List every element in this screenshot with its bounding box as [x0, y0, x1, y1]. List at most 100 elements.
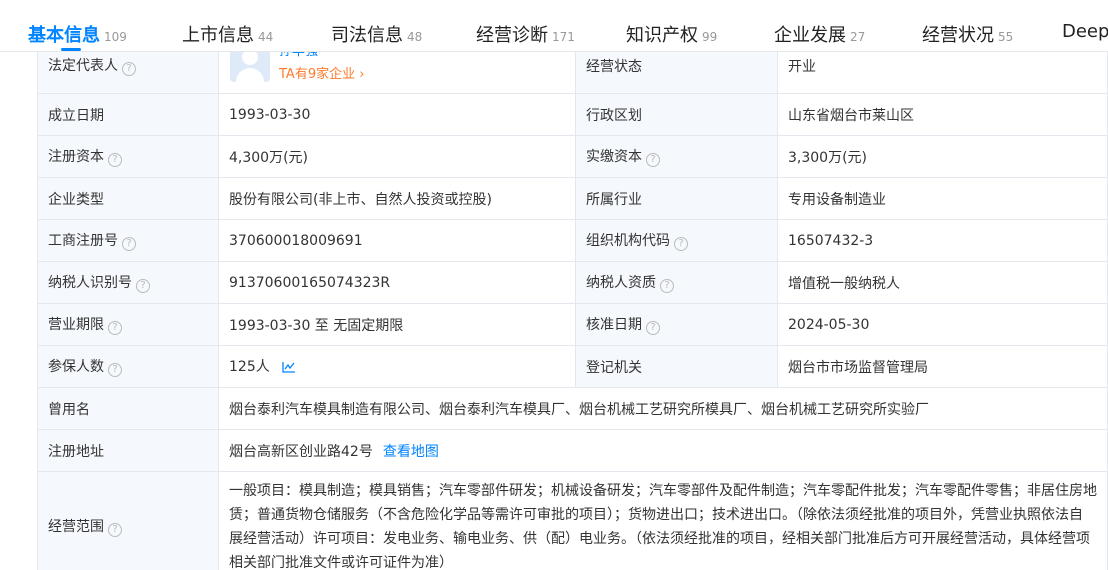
- authority-label: 登记机关: [575, 345, 778, 388]
- label-cell: 注册资本?: [37, 135, 219, 178]
- chevron-right-icon: ›: [359, 67, 365, 82]
- section-tab-bar: 基本信息 109 上市信息 44 司法信息 48 经营诊断 171 知识产权 99 企业发…: [0, 0, 1108, 52]
- tab-label: 经营状况: [922, 25, 994, 46]
- tax-qual-label: 纳税人资质: [586, 275, 656, 291]
- type-label: 企业类型: [37, 177, 219, 220]
- tab-count: 48: [407, 30, 423, 44]
- label-cell: 经营范围?: [37, 471, 219, 570]
- former-names-label: 曾用名: [37, 387, 219, 430]
- scope-line: 展经营活动）许可项目：发电业务、输电业务、供（配）电业务。（依法须经批准的项目，…: [229, 530, 1090, 547]
- scope-label: 经营范围: [48, 519, 104, 535]
- table-row: 纳税人识别号? 91370600165074323R 纳税人资质? 增值税一般纳…: [37, 261, 1108, 304]
- table-row: 成立日期 1993-03-30 行政区划 山东省烟台市莱山区: [37, 93, 1108, 136]
- tab-intellectual-property[interactable]: 知识产权 99: [626, 21, 717, 47]
- paid-capital-label: 实缴资本: [586, 149, 642, 165]
- tab-label: 知识产权: [626, 25, 698, 46]
- table-row: 经营范围? 一般项目：模具制造；模具销售；汽车零部件研发；机械设备研发；汽车零部…: [37, 471, 1108, 570]
- reg-capital-value: 4,300万(元): [218, 135, 576, 178]
- org-code-value: 16507432-3: [777, 219, 1108, 262]
- type-value: 股份有限公司(非上市、自然人投资或控股): [218, 177, 576, 220]
- legal-rep-companies-text: TA有9家企业: [279, 67, 356, 82]
- label-cell: 营业期限?: [37, 303, 219, 346]
- label-cell: 核准日期?: [575, 303, 778, 346]
- basic-info-table: 法定代表人? 孙丰强 TA有9家企业 › 经营状态 开业 成立日期 1993-0…: [37, 37, 1108, 570]
- help-icon[interactable]: ?: [122, 62, 136, 76]
- tab-judicial-info[interactable]: 司法信息 48: [331, 21, 422, 47]
- address-value: 烟台高新区创业路42号: [229, 443, 373, 460]
- tab-count: 44: [258, 30, 274, 44]
- help-icon[interactable]: ?: [122, 237, 136, 251]
- tab-label: 企业发展: [774, 25, 846, 46]
- help-icon[interactable]: ?: [660, 279, 674, 293]
- authority-value: 烟台市市场监督管理局: [777, 345, 1108, 388]
- tax-id-label: 纳税人识别号: [48, 275, 132, 291]
- insured-cell: 125人: [218, 345, 576, 388]
- term-label: 营业期限: [48, 317, 104, 333]
- label-cell: 纳税人资质?: [575, 261, 778, 304]
- trend-chart-icon[interactable]: [282, 361, 296, 377]
- tab-listing-info[interactable]: 上市信息 44: [182, 21, 273, 47]
- legal-rep-label: 法定代表人: [48, 58, 118, 74]
- table-row: 营业期限? 1993-03-30 至 无固定期限 核准日期? 2024-05-3…: [37, 303, 1108, 346]
- help-icon[interactable]: ?: [108, 523, 122, 537]
- founded-label: 成立日期: [37, 93, 219, 136]
- table-row: 注册地址 烟台高新区创业路42号 查看地图: [37, 429, 1108, 472]
- reg-no-label: 工商注册号: [48, 233, 118, 249]
- tab-enterprise-development[interactable]: 企业发展 27: [774, 21, 865, 47]
- tab-label: 上市信息: [182, 25, 254, 46]
- active-tab-indicator: [61, 48, 81, 51]
- help-icon[interactable]: ?: [108, 321, 122, 335]
- table-row: 注册资本? 4,300万(元) 实缴资本? 3,300万(元): [37, 135, 1108, 178]
- table-row: 工商注册号? 370600018009691 组织机构代码? 16507432-…: [37, 219, 1108, 262]
- region-value: 山东省烟台市莱山区: [777, 93, 1108, 136]
- tax-qual-value: 增值税一般纳税人: [777, 261, 1108, 304]
- label-cell: 实缴资本?: [575, 135, 778, 178]
- org-code-label: 组织机构代码: [586, 233, 670, 249]
- industry-label: 所属行业: [575, 177, 778, 220]
- scope-line: 赁；普通货物仓储服务（不含危险化学品等需许可审批的项目）；货物进出口；技术进出口…: [229, 506, 1083, 523]
- address-cell: 烟台高新区创业路42号 查看地图: [218, 429, 1108, 472]
- founded-value: 1993-03-30: [218, 93, 576, 136]
- term-value: 1993-03-30 至 无固定期限: [218, 303, 576, 346]
- help-icon[interactable]: ?: [646, 321, 660, 335]
- legal-rep-companies-link[interactable]: TA有9家企业 ›: [279, 63, 364, 82]
- insured-value: 125人: [229, 359, 270, 375]
- reg-capital-label: 注册资本: [48, 149, 104, 165]
- tab-count: 27: [850, 30, 866, 44]
- company-info-page: 基本信息 109 上市信息 44 司法信息 48 经营诊断 171 知识产权 99 企业发…: [0, 0, 1108, 570]
- label-cell: 参保人数?: [37, 345, 219, 388]
- tab-label: 基本信息: [28, 25, 100, 46]
- label-cell: 纳税人识别号?: [37, 261, 219, 304]
- table-row: 曾用名 烟台泰利汽车模具制造有限公司、烟台泰利汽车模具厂、烟台机械工艺研究所模具…: [37, 387, 1108, 430]
- help-icon[interactable]: ?: [136, 279, 150, 293]
- scope-line: 相关部门批准文件或许可证件为准）: [229, 554, 453, 570]
- region-label: 行政区划: [575, 93, 778, 136]
- approved-label: 核准日期: [586, 317, 642, 333]
- label-cell: 组织机构代码?: [575, 219, 778, 262]
- paid-capital-value: 3,300万(元): [777, 135, 1108, 178]
- business-scope-value: 一般项目：模具制造；模具销售；汽车零部件研发；机械设备研发；汽车零部件及配件制造…: [218, 471, 1108, 570]
- tab-label: 经营诊断: [476, 25, 548, 46]
- tab-business-diagnosis[interactable]: 经营诊断 171: [476, 21, 575, 47]
- reg-no-value: 370600018009691: [218, 219, 576, 262]
- tab-label: Deep: [1062, 21, 1108, 42]
- help-icon[interactable]: ?: [674, 237, 688, 251]
- former-names-value: 烟台泰利汽车模具制造有限公司、烟台泰利汽车模具厂、烟台机械工艺研究所模具厂、烟台…: [218, 387, 1108, 430]
- insured-label: 参保人数: [48, 359, 104, 375]
- tab-count: 109: [104, 30, 127, 44]
- help-icon[interactable]: ?: [108, 363, 122, 377]
- view-map-link[interactable]: 查看地图: [383, 444, 439, 460]
- help-icon[interactable]: ?: [108, 153, 122, 167]
- help-icon[interactable]: ?: [646, 153, 660, 167]
- tab-deep[interactable]: Deep: [1062, 21, 1108, 42]
- table-row: 参保人数? 125人 登记机关 烟台市市场监督管理局: [37, 345, 1108, 388]
- tab-basic-info[interactable]: 基本信息 109: [28, 21, 127, 47]
- tab-count: 99: [702, 30, 718, 44]
- industry-value: 专用设备制造业: [777, 177, 1108, 220]
- tab-operating-status[interactable]: 经营状况 55: [922, 21, 1013, 47]
- address-label: 注册地址: [37, 429, 219, 472]
- tab-count: 171: [552, 30, 575, 44]
- scope-line: 一般项目：模具制造；模具销售；汽车零部件研发；机械设备研发；汽车零部件及配件制造…: [229, 482, 1097, 499]
- table-row: 企业类型 股份有限公司(非上市、自然人投资或控股) 所属行业 专用设备制造业: [37, 177, 1108, 220]
- approved-value: 2024-05-30: [777, 303, 1108, 346]
